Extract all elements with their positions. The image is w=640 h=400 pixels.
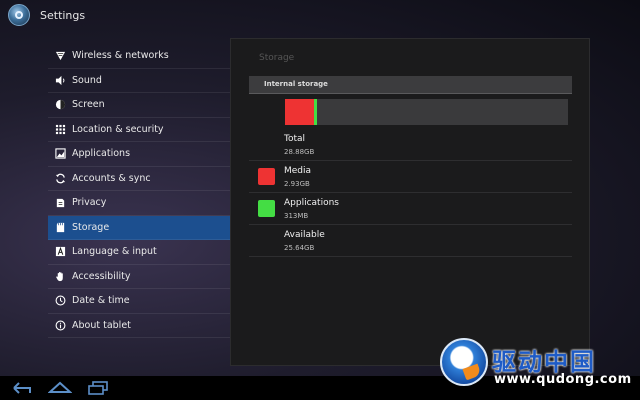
back-button[interactable]	[8, 378, 36, 398]
home-button[interactable]	[46, 378, 74, 398]
info-icon	[54, 319, 66, 331]
sidebar-item-storage[interactable]: Storage	[48, 215, 230, 240]
row-label: Total	[284, 134, 306, 144]
sidebar-item-about-tablet[interactable]: About tablet	[48, 314, 230, 338]
storage-usage-bar	[285, 99, 568, 125]
storage-icon	[54, 221, 66, 233]
app-title: Settings	[40, 8, 86, 22]
title-bar: Settings	[0, 0, 640, 30]
qudong-logo	[440, 338, 488, 386]
sidebar-item-label: Storage	[72, 221, 110, 233]
panel-title: Storage	[259, 53, 295, 63]
settings-sidebar: Wireless & networks Sound Screen Locatio…	[48, 44, 230, 338]
sidebar-item-label: Accessibility	[72, 270, 131, 282]
row-label: Available	[284, 230, 325, 240]
row-label: Applications	[284, 198, 339, 208]
sidebar-item-screen[interactable]: Screen	[48, 93, 230, 118]
row-value: 28.88GB	[284, 148, 315, 156]
recent-apps-button[interactable]	[84, 378, 112, 398]
watermark: 驱动中国 www.qudong.com	[440, 336, 640, 396]
grid-lock-icon	[54, 123, 66, 135]
sidebar-item-label: Accounts & sync	[72, 172, 151, 184]
recent-apps-icon	[88, 381, 108, 395]
brightness-icon	[54, 99, 66, 111]
sidebar-item-date-time[interactable]: Date & time	[48, 289, 230, 314]
row-value: 2.93GB	[284, 180, 310, 188]
sidebar-item-sound[interactable]: Sound	[48, 69, 230, 93]
sidebar-item-label: Applications	[72, 148, 131, 160]
settings-app-icon[interactable]	[8, 4, 30, 26]
sidebar-item-label: Location & security	[72, 123, 164, 135]
storage-row-available: Available 25.64GB	[249, 225, 572, 257]
sidebar-item-accounts-sync[interactable]: Accounts & sync	[48, 167, 230, 191]
row-value: 313MB	[284, 212, 309, 220]
sidebar-item-privacy[interactable]: Privacy	[48, 191, 230, 216]
hand-icon	[54, 270, 66, 282]
sidebar-item-wireless-networks[interactable]: Wireless & networks	[48, 44, 230, 69]
privacy-icon	[54, 197, 66, 209]
sidebar-item-label: About tablet	[72, 319, 131, 331]
wifi-icon	[54, 50, 66, 62]
applications-color-swatch	[258, 200, 275, 217]
sidebar-item-applications[interactable]: Applications	[48, 142, 230, 167]
storage-row-applications: Applications 313MB	[249, 193, 572, 225]
language-icon	[54, 246, 66, 258]
clock-icon	[54, 295, 66, 307]
back-icon	[13, 382, 31, 394]
row-value: 25.64GB	[284, 244, 315, 252]
sidebar-item-label: Privacy	[72, 197, 107, 209]
storage-row-total: Total 28.88GB	[249, 129, 572, 161]
sidebar-item-label: Screen	[72, 99, 105, 111]
row-label: Media	[284, 166, 312, 176]
media-color-swatch	[258, 168, 275, 185]
sidebar-item-location-security[interactable]: Location & security	[48, 118, 230, 142]
applications-icon	[54, 148, 66, 160]
sidebar-item-label: Wireless & networks	[72, 50, 169, 62]
sidebar-item-label: Sound	[72, 74, 102, 86]
sidebar-item-accessibility[interactable]: Accessibility	[48, 265, 230, 289]
storage-row-media: Media 2.93GB	[249, 161, 572, 193]
speaker-icon	[54, 74, 66, 86]
sidebar-item-label: Language & input	[72, 246, 157, 258]
watermark-url: www.qudong.com	[494, 372, 632, 387]
internal-storage-header: Internal storage	[249, 76, 572, 94]
sidebar-item-language-input[interactable]: Language & input	[48, 240, 230, 265]
usage-segment-media	[285, 99, 314, 125]
sync-icon	[54, 172, 66, 184]
storage-panel: Storage Internal storage Total 28.88GB M…	[230, 38, 590, 366]
sidebar-item-label: Date & time	[72, 295, 130, 307]
home-icon	[48, 381, 72, 393]
usage-segment-applications	[313, 99, 317, 125]
